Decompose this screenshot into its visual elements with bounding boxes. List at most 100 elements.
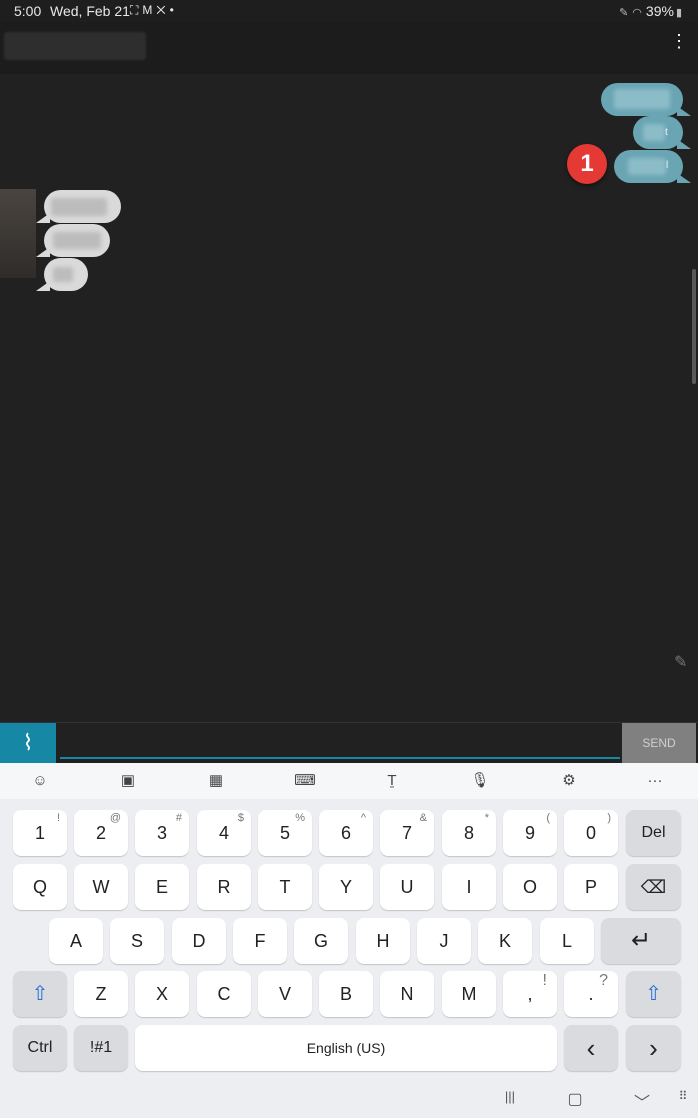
- key-r[interactable]: R: [197, 864, 251, 910]
- status-date: Wed, Feb 21: [50, 3, 130, 19]
- shift-key-right[interactable]: ⇧: [626, 971, 681, 1017]
- key-u[interactable]: U: [380, 864, 434, 910]
- key-5[interactable]: 5%: [258, 810, 312, 856]
- key-y[interactable]: Y: [319, 864, 373, 910]
- key-4[interactable]: 4 $: [197, 810, 251, 856]
- shift-key-left[interactable]: ⇧: [13, 971, 67, 1017]
- key-6[interactable]: 6 ^: [319, 810, 373, 856]
- one-handed-icon[interactable]: ▦: [205, 771, 227, 791]
- key-m[interactable]: M: [442, 971, 496, 1017]
- keyboard-hide-icon[interactable]: ⠿: [674, 1089, 692, 1109]
- symbols-key[interactable]: !#1: [74, 1025, 128, 1071]
- cursor-left-key[interactable]: ‹: [564, 1025, 618, 1071]
- pen-icon: ✎: [619, 7, 629, 19]
- backspace-key[interactable]: ⌫: [626, 864, 681, 910]
- status-time: 5:00: [14, 3, 42, 19]
- incoming-message[interactable]: [36, 258, 88, 291]
- key-z[interactable]: Z: [74, 971, 128, 1017]
- notification-icons: ⛶M✕•: [130, 3, 178, 18]
- key-e[interactable]: E: [135, 864, 189, 910]
- key-8[interactable]: 8 *: [442, 810, 496, 856]
- clipboard-icon[interactable]: ▣: [117, 771, 139, 791]
- key-0[interactable]: 0): [564, 810, 618, 856]
- key-l[interactable]: L: [540, 918, 594, 964]
- screenshot-icon: ⛶: [130, 3, 143, 17]
- on-screen-keyboard: ☺ ▣ ▦ ⌨ Ṯ 🎙 ⚙ ··· 1! 2 @ 3 # 4 $ 5% 6 ^ 7 & 8…: [0, 763, 698, 1118]
- key-w[interactable]: W: [74, 864, 128, 910]
- chevron-left-icon: ‹: [586, 1033, 596, 1063]
- wifi-icon: ◠: [632, 7, 642, 19]
- key-7[interactable]: 7 &: [380, 810, 434, 856]
- more-icon[interactable]: ···: [644, 771, 666, 791]
- more-vert-icon: ⋮: [670, 31, 688, 51]
- mic-icon[interactable]: 🎙: [469, 771, 491, 791]
- key-t[interactable]: T: [258, 864, 312, 910]
- key-x[interactable]: X: [135, 971, 189, 1017]
- message-input[interactable]: [60, 725, 620, 759]
- incoming-message[interactable]: [36, 224, 110, 257]
- key-q[interactable]: Q: [13, 864, 67, 910]
- home-icon[interactable]: ▢: [565, 1089, 585, 1109]
- key-b[interactable]: B: [319, 971, 373, 1017]
- key-a[interactable]: A: [49, 918, 103, 964]
- keyboard-toolbar: ☺ ▣ ▦ ⌨ Ṯ 🎙 ⚙ ···: [0, 763, 698, 799]
- attach-button[interactable]: ⌇: [0, 723, 56, 763]
- key-v[interactable]: V: [258, 971, 312, 1017]
- key-k[interactable]: K: [478, 918, 532, 964]
- key-n[interactable]: N: [380, 971, 434, 1017]
- key-j[interactable]: J: [417, 918, 471, 964]
- message-list[interactable]: t l 1 ✎: [0, 74, 698, 722]
- tools-icon: ✕: [156, 3, 170, 17]
- contact-avatar[interactable]: [0, 189, 36, 278]
- incoming-message[interactable]: [36, 190, 121, 223]
- redacted-text: [51, 198, 107, 216]
- key-o[interactable]: O: [503, 864, 557, 910]
- redacted-text: [643, 124, 665, 141]
- back-icon[interactable]: ﹀: [632, 1089, 652, 1112]
- enter-key[interactable]: ↵: [601, 918, 681, 964]
- handwriting-icon[interactable]: Ṯ: [381, 771, 403, 791]
- key-9[interactable]: 9(: [503, 810, 557, 856]
- paperclip-icon: ⌇: [22, 730, 34, 755]
- scrollbar[interactable]: [692, 269, 696, 384]
- key-p[interactable]: P: [564, 864, 618, 910]
- outgoing-message[interactable]: l: [614, 150, 691, 183]
- battery-icon: ▮: [675, 7, 682, 19]
- redacted-text: [614, 89, 670, 109]
- emoji-icon[interactable]: ☺: [29, 771, 51, 791]
- key-c[interactable]: C: [197, 971, 251, 1017]
- chevron-right-icon: ›: [649, 1033, 658, 1063]
- key-d[interactable]: D: [172, 918, 226, 964]
- key-1[interactable]: 1!: [13, 810, 67, 856]
- key-period[interactable]: .?: [564, 971, 618, 1017]
- key-comma[interactable]: ,!: [503, 971, 557, 1017]
- key-s[interactable]: S: [110, 918, 164, 964]
- backspace-icon: ⌫: [640, 877, 667, 897]
- redacted-text: [628, 158, 666, 175]
- cursor-right-key[interactable]: ›: [626, 1025, 681, 1071]
- shift-icon: ⇧: [645, 983, 662, 1005]
- key-i[interactable]: I: [442, 864, 496, 910]
- redacted-text: [53, 232, 101, 249]
- delete-key[interactable]: Del: [626, 810, 681, 856]
- send-button[interactable]: SEND: [622, 723, 696, 763]
- shift-icon: ⇧: [31, 983, 49, 1005]
- key-3[interactable]: 3 #: [135, 810, 189, 856]
- space-key[interactable]: English (US): [135, 1025, 557, 1071]
- key-g[interactable]: G: [294, 918, 348, 964]
- key-f[interactable]: F: [233, 918, 287, 964]
- enter-icon: ↵: [630, 927, 652, 954]
- ctrl-key[interactable]: Ctrl: [13, 1025, 67, 1071]
- battery-text: 39%: [645, 3, 674, 19]
- overflow-menu-button[interactable]: ⋮: [670, 32, 688, 60]
- settings-icon[interactable]: ⚙: [558, 771, 580, 791]
- key-2[interactable]: 2 @: [74, 810, 128, 856]
- key-h[interactable]: H: [356, 918, 410, 964]
- keyboard-icon[interactable]: ⌨: [294, 771, 316, 791]
- outgoing-message[interactable]: t: [633, 116, 691, 149]
- recents-icon[interactable]: |||: [500, 1089, 520, 1109]
- message-char: t: [665, 127, 668, 138]
- outgoing-message[interactable]: [601, 83, 691, 116]
- edit-pencil-icon[interactable]: ✎: [674, 652, 692, 671]
- dot-icon: •: [169, 3, 178, 17]
